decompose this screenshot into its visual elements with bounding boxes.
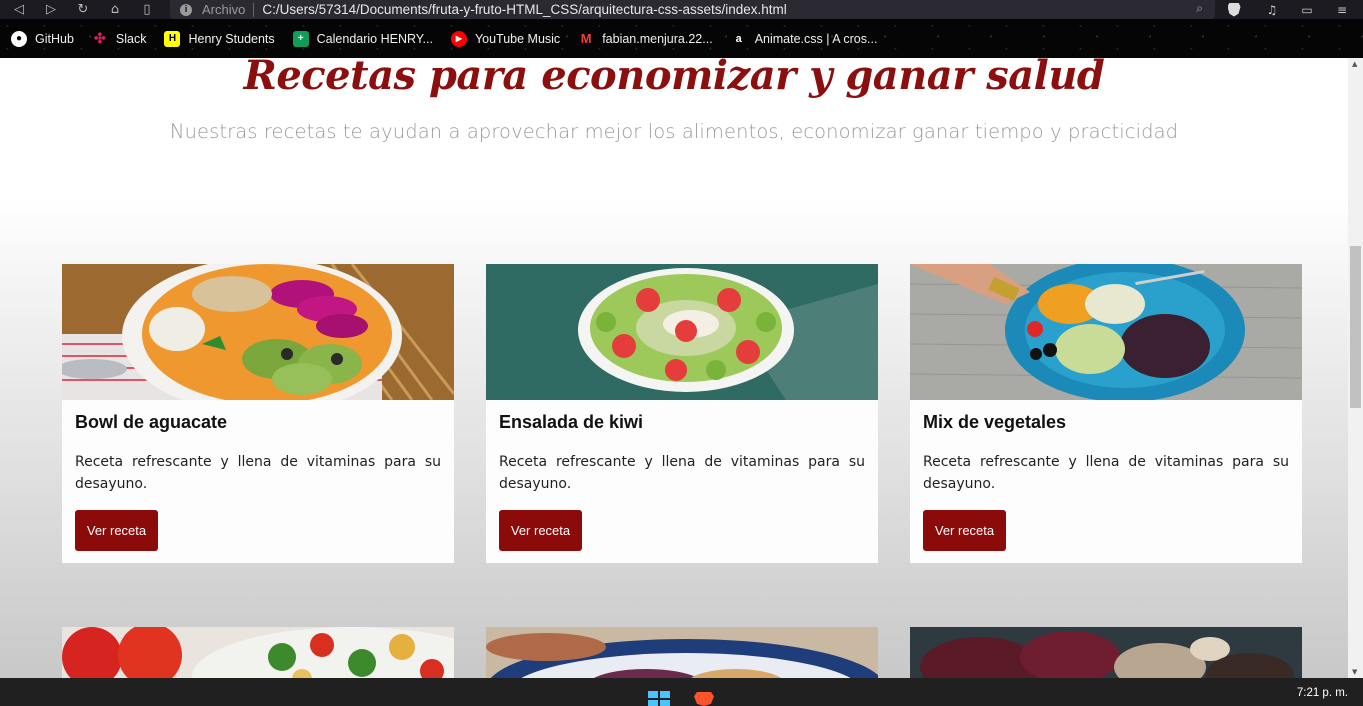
bookmarks-bar: ● GitHub ✣ Slack H Henry Students + Cale…	[0, 19, 1363, 58]
bookmark-label: Animate.css | A cros...	[754, 31, 878, 46]
bookmark-label: Calendario HENRY...	[316, 31, 433, 46]
page-subtitle: Nuestras recetas te ayudan a aprovechar …	[169, 120, 1179, 143]
home-icon[interactable]: ⌂	[104, 0, 126, 19]
bookmark-label: Henry Students	[188, 31, 275, 46]
taskbar-clock[interactable]: 7:21 p. m.	[1297, 687, 1348, 699]
windows-start-icon[interactable]	[648, 691, 670, 706]
url-protocol: Archivo	[202, 2, 246, 17]
henry-icon: H	[164, 30, 181, 47]
bookmark-gmail[interactable]: M fabian.menjura.22...	[578, 31, 713, 47]
bookmark-label: GitHub	[35, 31, 74, 46]
ver-receta-button[interactable]: Ver receta	[75, 510, 158, 551]
scroll-thumb[interactable]	[1350, 246, 1361, 408]
url-text[interactable]: C:/Users/57314/Documents/fruta-y-fruto-H…	[262, 2, 786, 17]
forward-icon[interactable]: ▷	[40, 0, 62, 19]
recipe-image-kiwi	[486, 264, 878, 400]
gmail-icon: M	[580, 31, 592, 46]
recipe-image-bowl	[62, 264, 454, 400]
ver-receta-button[interactable]: Ver receta	[499, 510, 582, 551]
playlist-icon[interactable]: ♫	[1262, 0, 1282, 19]
reload-icon[interactable]: ↻	[72, 0, 94, 19]
bookmark-animate[interactable]: a Animate.css | A cros...	[731, 31, 878, 47]
scroll-up-icon[interactable]: ▲	[1352, 60, 1357, 68]
slack-icon: ✣	[94, 30, 106, 46]
bookmark-label: Slack	[115, 31, 147, 46]
back-icon[interactable]: ◁	[8, 0, 30, 19]
recipe-description: Receta refrescante y llena de vitaminas …	[923, 454, 1289, 492]
recipe-card: Bowl de aguacate Receta refrescante y ll…	[62, 264, 454, 563]
recipe-card: Ensalada de kiwi Receta refrescante y ll…	[486, 264, 878, 563]
bookmark-label: YouTube Music	[474, 31, 561, 46]
bookmark-henry[interactable]: H Henry Students	[164, 30, 275, 47]
brave-shields-icon[interactable]	[1224, 0, 1244, 19]
recipe-title: Bowl de aguacate	[75, 412, 228, 432]
bookmark-calendario[interactable]: + Calendario HENRY...	[292, 30, 433, 47]
taskbar: 7:21 p. m.	[0, 678, 1363, 706]
recipe-image-tomato	[62, 627, 454, 678]
bookmark-label: fabian.menjura.22...	[602, 31, 713, 46]
url-divider	[253, 2, 255, 17]
recipe-image-vegetales	[910, 264, 1302, 400]
recipe-image-beets	[910, 627, 1302, 678]
brave-browser-icon[interactable]	[694, 692, 714, 706]
page-title: Recetas para economizar y ganar salud	[243, 58, 1105, 99]
sheets-icon: +	[292, 30, 309, 47]
youtube-music-icon: ▶	[450, 30, 467, 47]
github-icon: ●	[11, 30, 27, 47]
bookmark-slack[interactable]: ✣ Slack	[92, 30, 147, 47]
recipe-title: Ensalada de kiwi	[499, 412, 644, 432]
recipe-card: Mix de vegetales Receta refrescante y ll…	[910, 264, 1302, 563]
recipe-description: Receta refrescante y llena de vitaminas …	[75, 454, 441, 492]
address-bar[interactable]: i Archivo C:/Users/57314/Documents/fruta…	[170, 0, 1215, 19]
scroll-down-icon[interactable]: ▼	[1352, 668, 1357, 676]
page-viewport: Recetas para economizar y ganar salud Nu…	[0, 58, 1348, 678]
bookmark-youtube-music[interactable]: ▶ YouTube Music	[450, 30, 561, 47]
page-scrollbar[interactable]: ▲ ▼	[1348, 58, 1363, 678]
recipe-title: Mix de vegetales	[923, 412, 1067, 432]
menu-icon[interactable]: ≡	[1332, 0, 1352, 19]
bookmark-github[interactable]: ● GitHub	[11, 30, 74, 47]
bookmark-icon[interactable]: ▯	[136, 0, 158, 19]
recipe-description: Receta refrescante y llena de vitaminas …	[499, 454, 865, 492]
recipe-image-salad	[486, 627, 878, 678]
zoom-icon[interactable]: ⌕	[1196, 1, 1203, 16]
animate-icon: a	[735, 32, 742, 45]
browser-toolbar: ◁ ▷ ↻ ⌂ ▯ i Archivo C:/Users/57314/Docum…	[0, 0, 1363, 19]
info-icon[interactable]: i	[180, 3, 192, 16]
ver-receta-button[interactable]: Ver receta	[923, 510, 1006, 551]
wallet-icon[interactable]: ▭	[1297, 0, 1317, 19]
